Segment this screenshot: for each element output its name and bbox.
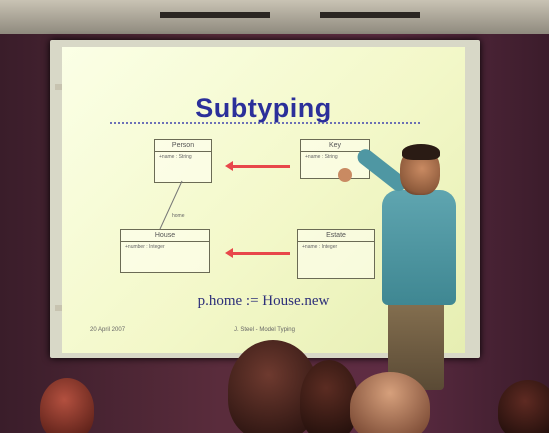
ceiling-light (160, 12, 270, 18)
presenter-hair (402, 144, 440, 160)
presenter-torso (382, 190, 456, 305)
audience-head (300, 360, 358, 433)
audience-head (498, 380, 549, 433)
ceiling-light (320, 12, 420, 18)
presenter-hand (338, 168, 352, 182)
slide-footer-date: 20 April 2007 (90, 327, 126, 333)
generalization-arrow (225, 248, 290, 258)
ceiling (0, 0, 549, 34)
slide-footer-author: J. Steel - Model Typing (234, 327, 295, 333)
photo-scene: Subtyping Person +name : String Key +nam… (0, 0, 549, 433)
association-label: home (172, 213, 185, 219)
audience-head (40, 378, 94, 433)
audience-head (350, 372, 430, 433)
generalization-arrow (225, 161, 290, 171)
